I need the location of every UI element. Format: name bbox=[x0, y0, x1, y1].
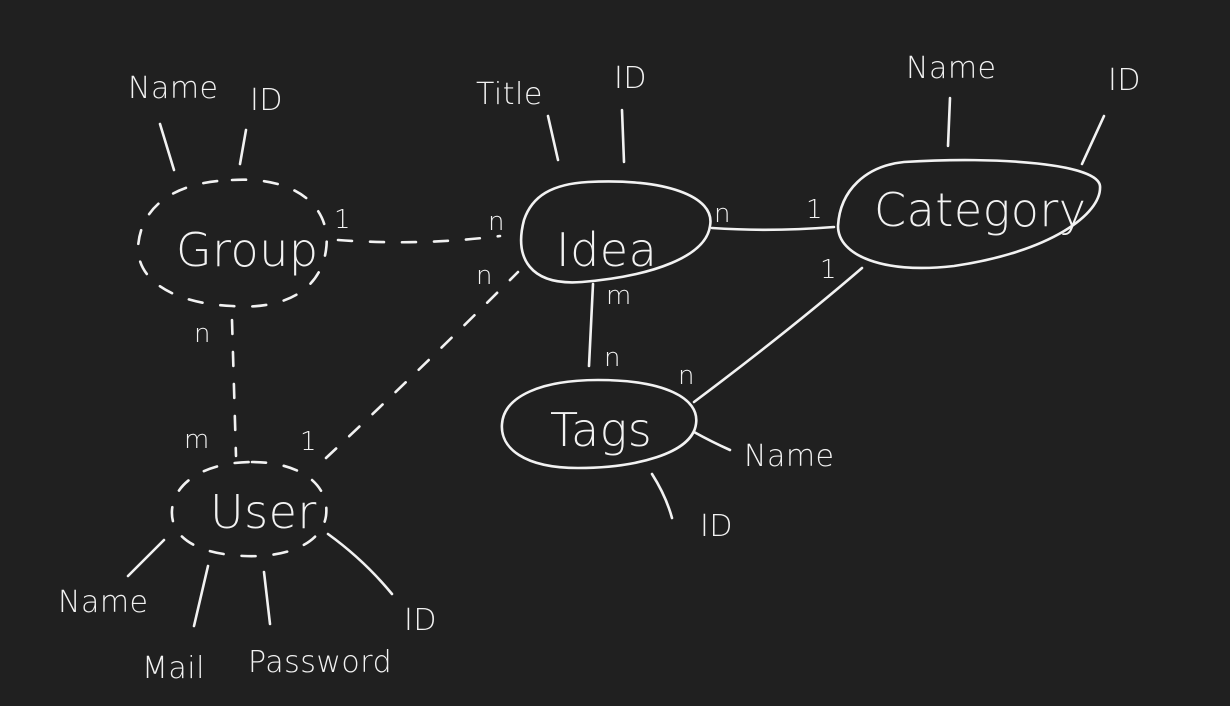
er-diagram: Group Idea Category Tags User Name ID Ti… bbox=[0, 0, 1230, 706]
attr-line-category-id bbox=[1080, 114, 1106, 166]
cardinality-idea-tags-idea-end: m bbox=[606, 281, 632, 311]
relationship-line-group-user bbox=[230, 318, 238, 458]
er-diagram-svg: Group Idea Category Tags User Name ID Ti… bbox=[58, 51, 1141, 686]
attr-label-idea-title: Title bbox=[476, 77, 543, 112]
attr-label-tags-id: ID bbox=[700, 509, 733, 544]
entity-label-tags: Tags bbox=[550, 403, 652, 457]
attr-label-category-id: ID bbox=[1108, 63, 1141, 98]
attr-label-tags-name: Name bbox=[744, 439, 835, 474]
attr-line-user-password bbox=[262, 570, 272, 626]
attr-label-user-password: Password bbox=[248, 645, 392, 680]
cardinality-group-user-user-end: m bbox=[184, 425, 210, 455]
entity-label-category: Category bbox=[874, 183, 1087, 237]
attr-label-user-name: Name bbox=[58, 585, 149, 620]
cardinality-user-idea-user-end: 1 bbox=[300, 427, 317, 457]
attr-label-user-id: ID bbox=[404, 603, 437, 638]
attr-label-user-mail: Mail bbox=[142, 651, 205, 686]
cardinality-group-user-group-end: n bbox=[194, 319, 211, 349]
relationship-line-group-idea bbox=[336, 234, 502, 244]
attr-line-user-name bbox=[126, 538, 166, 578]
attr-line-group-id bbox=[238, 128, 248, 166]
attr-label-category-name: Name bbox=[906, 51, 997, 86]
attr-line-user-mail bbox=[192, 564, 210, 628]
entity-label-user: User bbox=[210, 485, 317, 539]
cardinality-user-idea-idea-end: n bbox=[476, 261, 493, 291]
cardinality-group-idea-group-end: 1 bbox=[334, 205, 351, 235]
attr-line-group-name bbox=[158, 122, 176, 172]
attr-label-idea-id: ID bbox=[614, 61, 647, 96]
attr-line-idea-id bbox=[620, 108, 626, 164]
cardinality-idea-category-idea-end: n bbox=[714, 199, 731, 229]
attr-line-tags-name bbox=[692, 430, 732, 452]
attr-line-tags-id bbox=[650, 472, 674, 520]
attr-label-group-id: ID bbox=[250, 83, 283, 118]
attr-label-group-name: Name bbox=[128, 71, 219, 106]
cardinality-group-idea-idea-end: n bbox=[488, 207, 505, 237]
cardinality-tags-category-category-end: 1 bbox=[820, 255, 837, 285]
attr-line-idea-title bbox=[546, 114, 560, 162]
relationship-line-user-idea bbox=[324, 270, 520, 460]
attr-line-category-name bbox=[946, 96, 952, 148]
relationship-line-idea-tags bbox=[587, 282, 595, 368]
relationship-line-tags-category bbox=[692, 266, 864, 404]
attr-line-user-id bbox=[326, 532, 394, 596]
cardinality-tags-category-tags-end: n bbox=[678, 361, 695, 391]
entity-label-group: Group bbox=[176, 223, 319, 277]
entity-label-idea: Idea bbox=[556, 223, 657, 277]
cardinality-idea-tags-tags-end: n bbox=[604, 343, 621, 373]
cardinality-idea-category-category-end: 1 bbox=[806, 195, 823, 225]
